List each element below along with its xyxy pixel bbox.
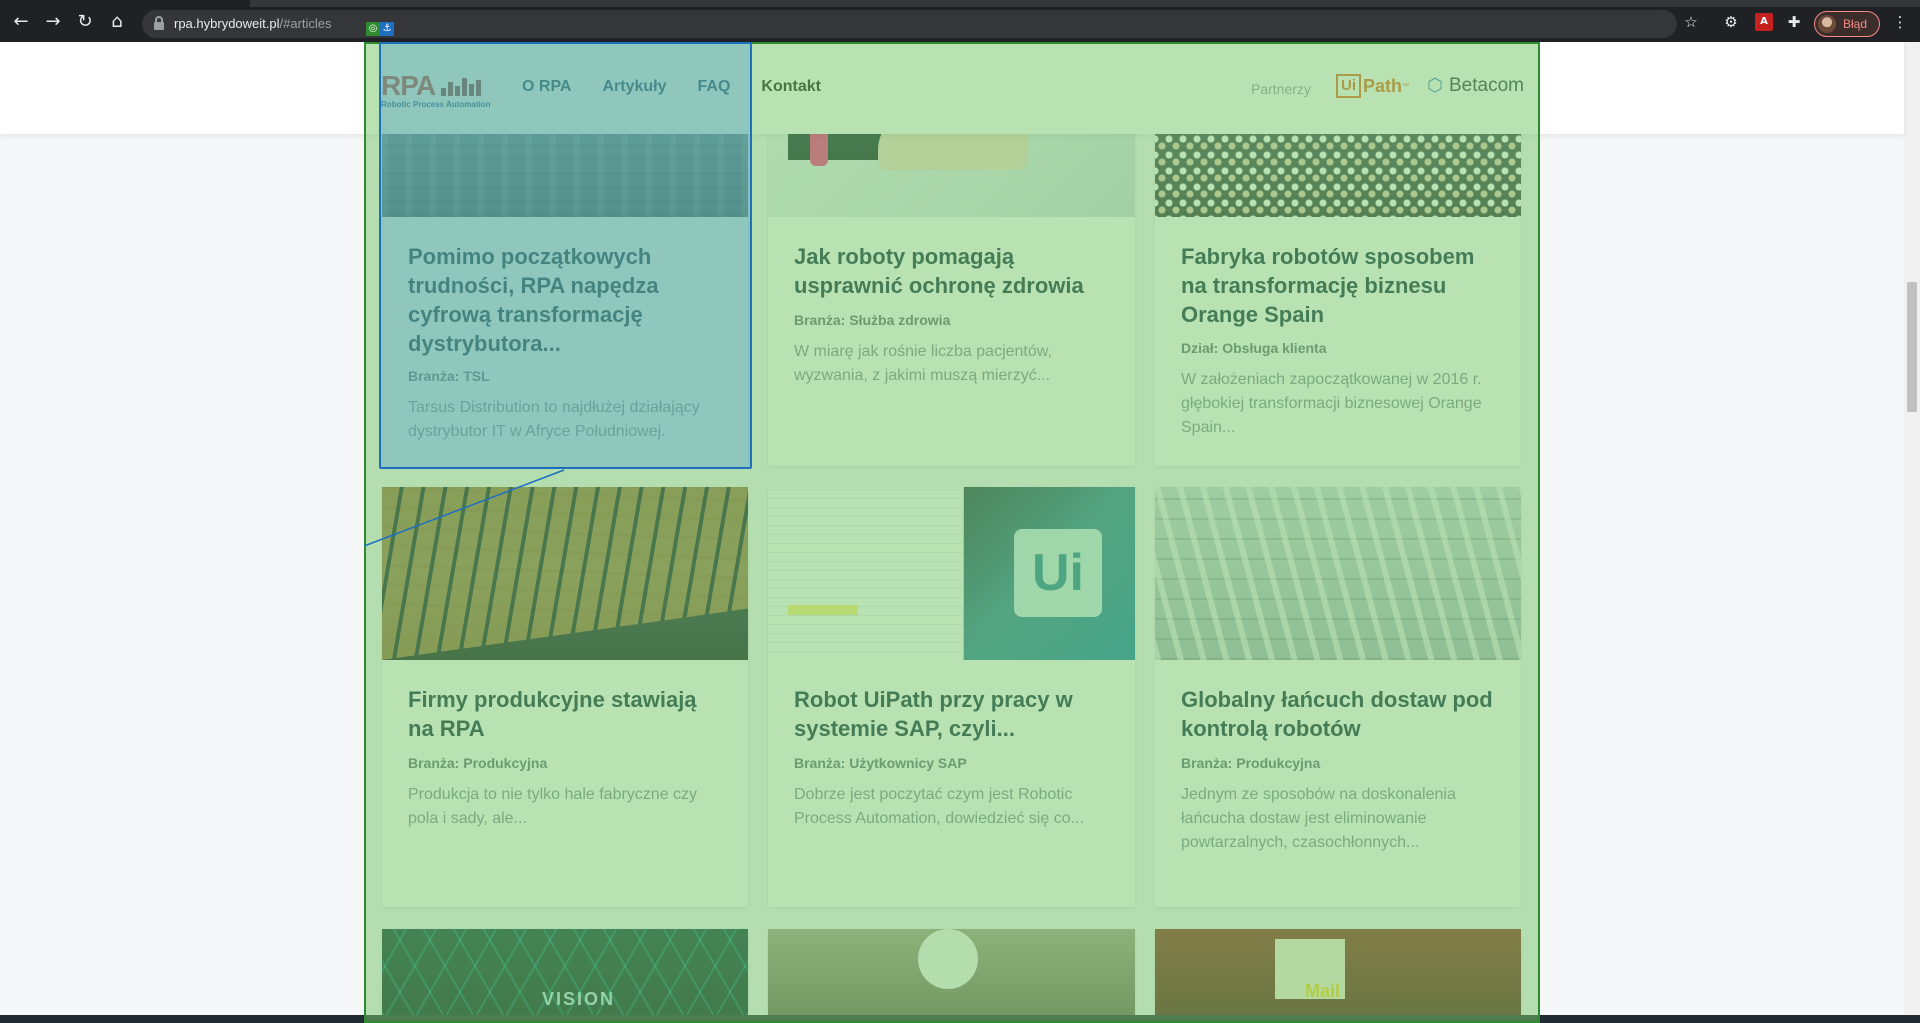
inspector-badges: ◎ ⚓: [366, 22, 394, 36]
site-logo[interactable]: RPA Robotic Process Automation: [381, 70, 491, 110]
site-header: RPA Robotic Process Automation O RPA Art…: [0, 42, 1904, 134]
image-text: Mail: [1305, 981, 1341, 1001]
article-category: Branża: Produkcyjna: [1181, 755, 1321, 771]
pdf-icon[interactable]: A: [1755, 13, 1773, 31]
article-excerpt: Dobrze jest poczytać czym jest Robotic P…: [794, 786, 1084, 827]
url-text[interactable]: rpa.hybrydoweit.pl/#articles: [174, 16, 332, 31]
uipath-logo-ui: Ui: [1336, 74, 1361, 98]
article-excerpt: W miarę jak rośnie liczba pacjentów, wyz…: [794, 343, 1052, 384]
menu-item-artykuly[interactable]: Artykuły: [602, 78, 666, 96]
uipath-logo-path: Path: [1363, 75, 1403, 96]
os-taskbar: [0, 1015, 1920, 1023]
article-card[interactable]: Globalny łańcuch dostaw pod kontrolą rob…: [1155, 487, 1521, 907]
article-title[interactable]: Firmy produkcyjne stawiają na RPA: [408, 685, 728, 743]
article-image[interactable]: VISION: [382, 929, 748, 1015]
partners-label: Partnerzy: [1251, 81, 1311, 97]
tab-strip: [250, 0, 1920, 7]
uipath-tile-icon: Ui: [1014, 529, 1102, 617]
article-image[interactable]: Mail: [1155, 929, 1521, 1015]
star-icon[interactable]: ☆: [1682, 13, 1700, 31]
article-card[interactable]: Mail: [1155, 929, 1521, 1015]
lock-icon[interactable]: [154, 16, 164, 30]
article-card[interactable]: Firmy produkcyjne stawiają na RPA Branża…: [382, 487, 748, 907]
article-card[interactable]: Pomimo początkowych trudności, RPA napęd…: [382, 90, 748, 466]
profile-label: Błąd: [1843, 17, 1868, 31]
main-menu: O RPA Artykuły FAQ Kontakt: [522, 78, 821, 96]
anchor-icon: ⚓: [380, 22, 394, 36]
home-icon[interactable]: ⌂: [106, 11, 128, 33]
article-category: Dział: Obsługa klienta: [1181, 340, 1327, 356]
logo-bars-icon: [441, 76, 487, 96]
menu-item-faq[interactable]: FAQ: [698, 78, 731, 96]
article-card[interactable]: Jak roboty pomagają usprawnić ochronę zd…: [768, 90, 1135, 466]
article-category: Branża: TSL: [408, 368, 490, 384]
article-category: Branża: Służba zdrowia: [794, 312, 951, 328]
back-icon[interactable]: ←: [10, 11, 32, 33]
article-title[interactable]: Robot UiPath przy pracy w systemie SAP, …: [794, 685, 1115, 743]
avatar: [1818, 15, 1836, 33]
article-title[interactable]: Globalny łańcuch dostaw pod kontrolą rob…: [1181, 685, 1501, 743]
article-card[interactable]: VISION: [382, 929, 748, 1015]
scrollbar-thumb[interactable]: [1907, 282, 1917, 412]
article-image[interactable]: [768, 929, 1135, 1015]
profile-button[interactable]: Błąd: [1814, 11, 1880, 37]
logo-subtitle: Robotic Process Automation: [381, 100, 491, 109]
article-title[interactable]: Jak roboty pomagają usprawnić ochronę zd…: [794, 242, 1115, 300]
article-category: Branża: Produkcyjna: [408, 755, 548, 771]
article-excerpt: W założeniach zapoczątkowanej w 2016 r. …: [1181, 371, 1482, 436]
betacom-hex-icon: ⬡: [1427, 75, 1443, 96]
forward-icon[interactable]: →: [42, 11, 64, 33]
target-icon: ◎: [366, 22, 380, 36]
betacom-name: Betacom: [1449, 75, 1524, 96]
page-scrollbar[interactable]: [1904, 42, 1920, 1015]
article-excerpt: Produkcja to nie tylko hale fabryczne cz…: [408, 786, 698, 827]
article-image[interactable]: [1155, 487, 1521, 660]
article-image[interactable]: Ui: [768, 487, 1135, 660]
reload-icon[interactable]: ↻: [74, 11, 96, 33]
menu-icon[interactable]: ⋮: [1891, 13, 1909, 31]
uipath-logo[interactable]: Ui Path ™: [1336, 73, 1409, 99]
browser-toolbar: ← → ↻ ⌂ rpa.hybrydoweit.pl/#articles ☆ ⚙…: [0, 0, 1920, 42]
gear-icon[interactable]: ⚙: [1722, 13, 1740, 31]
article-card[interactable]: [768, 929, 1135, 1015]
article-title[interactable]: Fabryka robotów sposobem na transformacj…: [1181, 242, 1501, 329]
uipath-logo-tm: ™: [1402, 82, 1410, 90]
article-excerpt: Tarsus Distribution to najdłużej działaj…: [408, 399, 700, 440]
article-card[interactable]: Ui Robot UiPath przy pracy w systemie SA…: [768, 487, 1135, 907]
image-text: VISION: [542, 989, 616, 1009]
article-card[interactable]: Fabryka robotów sposobem na transformacj…: [1155, 90, 1521, 466]
article-excerpt: Jednym ze sposobów na doskonalenia łańcu…: [1181, 786, 1456, 851]
menu-item-o-rpa[interactable]: O RPA: [522, 78, 571, 96]
logo-text: RPA: [381, 70, 436, 101]
puzzle-icon[interactable]: ✚: [1785, 13, 1803, 31]
menu-item-kontakt[interactable]: Kontakt: [761, 78, 821, 96]
article-image[interactable]: [382, 487, 748, 660]
article-category: Branża: Użytkownicy SAP: [794, 755, 967, 771]
article-title[interactable]: Pomimo początkowych trudności, RPA napęd…: [408, 242, 728, 358]
betacom-logo[interactable]: ⬡ Betacom: [1427, 75, 1524, 97]
